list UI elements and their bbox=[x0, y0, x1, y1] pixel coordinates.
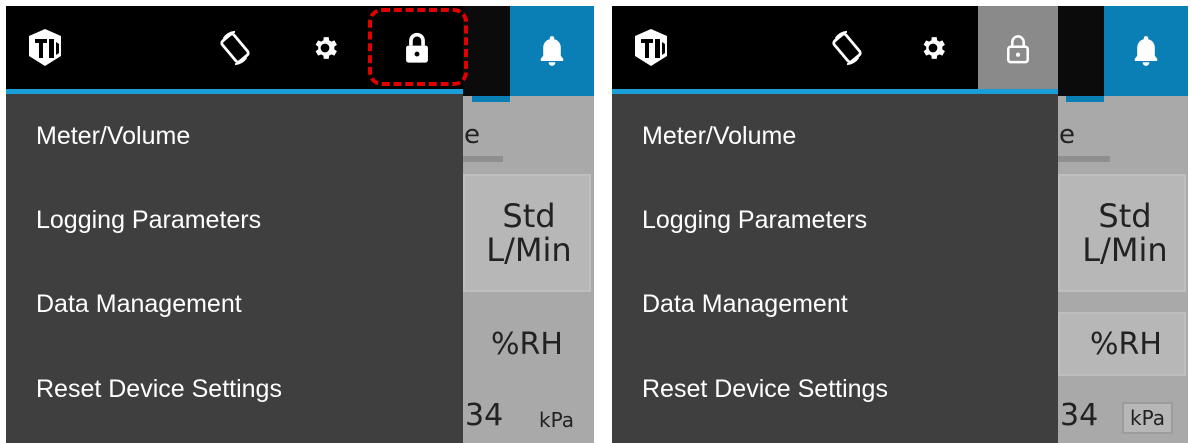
gear-icon bbox=[923, 36, 945, 59]
humidity-unit-label: %RH bbox=[491, 327, 563, 362]
rotate-screen-button[interactable] bbox=[822, 6, 872, 89]
screen-rotation-icon bbox=[220, 30, 250, 65]
app-accent-strip bbox=[472, 96, 510, 102]
tsi-logo bbox=[626, 6, 676, 89]
pressure-value: 34 bbox=[465, 398, 504, 433]
navigation-drawer: Meter/Volume Logging Parameters Data Man… bbox=[6, 6, 468, 443]
unlock-icon bbox=[1007, 34, 1029, 63]
tab-underline bbox=[1058, 156, 1110, 162]
screenshot-unlocked: e Std L/Min %RH 34 kPa Meter/Volume Logg… bbox=[612, 6, 1188, 443]
tab-underline bbox=[463, 156, 503, 162]
screenshot-locked: e Std L/Min %RH 34 kPa Meter/Volume Logg… bbox=[6, 6, 594, 443]
bell-icon bbox=[540, 36, 564, 66]
menu-item-data-management[interactable]: Data Management bbox=[642, 290, 848, 319]
screen-rotation-icon bbox=[832, 30, 862, 65]
pressure-value: 34 bbox=[1060, 398, 1099, 433]
rotate-screen-button[interactable] bbox=[210, 6, 260, 89]
humidity-unit-label: %RH bbox=[1090, 327, 1162, 362]
menu-item-logging-parameters[interactable]: Logging Parameters bbox=[642, 206, 867, 235]
menu-item-meter-volume[interactable]: Meter/Volume bbox=[36, 122, 190, 151]
menu-item-data-management[interactable]: Data Management bbox=[36, 290, 242, 319]
bell-icon bbox=[1134, 36, 1158, 66]
menu-item-logging-parameters[interactable]: Logging Parameters bbox=[36, 206, 261, 235]
app-accent-strip bbox=[1066, 96, 1104, 102]
lock-highlight-outline bbox=[368, 8, 468, 86]
menu-item-meter-volume[interactable]: Meter/Volume bbox=[642, 122, 796, 151]
unlock-button[interactable] bbox=[978, 6, 1058, 91]
drawer-accent-bar bbox=[6, 89, 463, 94]
drawer-accent-bar bbox=[612, 89, 1058, 94]
pressure-unit: kPa bbox=[539, 408, 574, 432]
gear-icon bbox=[315, 36, 337, 59]
menu-item-reset-device-settings[interactable]: Reset Device Settings bbox=[36, 375, 282, 404]
tsi-logo bbox=[20, 6, 70, 89]
flow-unit-label: Std L/Min bbox=[486, 197, 572, 269]
navigation-drawer: Meter/Volume Logging Parameters Data Man… bbox=[612, 6, 1058, 443]
settings-button[interactable] bbox=[913, 6, 953, 89]
flow-unit-label: Std L/Min bbox=[1082, 197, 1168, 269]
partial-tab-label: e bbox=[1059, 120, 1075, 150]
partial-tab-label: e bbox=[464, 120, 480, 150]
alarm-button[interactable] bbox=[1104, 6, 1188, 96]
menu-item-reset-device-settings[interactable]: Reset Device Settings bbox=[642, 375, 888, 404]
settings-button[interactable] bbox=[305, 6, 345, 89]
alarm-button[interactable] bbox=[510, 6, 594, 96]
pressure-unit: kPa bbox=[1122, 402, 1173, 434]
drawer-header bbox=[612, 6, 1058, 91]
drawer-header bbox=[6, 6, 468, 89]
